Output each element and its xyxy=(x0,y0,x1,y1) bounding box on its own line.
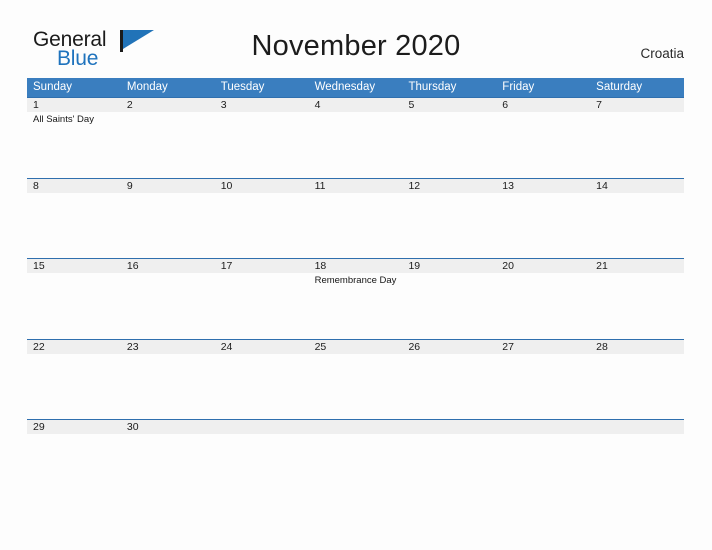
day-number[interactable]: 21 xyxy=(590,259,684,273)
day-number[interactable]: 2 xyxy=(121,98,215,112)
day-event xyxy=(402,112,496,176)
day-event xyxy=(27,354,121,418)
day-event xyxy=(121,193,215,257)
day-number[interactable]: 22 xyxy=(27,340,121,354)
day-event xyxy=(402,354,496,418)
day-number[interactable]: 12 xyxy=(402,179,496,193)
event-band xyxy=(27,354,684,418)
day-event xyxy=(496,434,590,498)
day-event xyxy=(121,434,215,498)
date-number-band: 8 9 10 11 12 13 14 xyxy=(27,178,684,193)
event-band xyxy=(27,434,684,498)
date-number-band: 29 30 xyxy=(27,420,684,434)
day-event xyxy=(309,112,403,176)
day-event xyxy=(590,273,684,337)
day-event xyxy=(215,354,309,418)
day-event xyxy=(215,193,309,257)
page-header: General Blue November 2020 Croatia xyxy=(0,0,712,76)
day-number[interactable]: 6 xyxy=(496,98,590,112)
weekday-header-wednesday: Wednesday xyxy=(314,81,376,93)
week-row: 8 9 10 11 12 13 14 xyxy=(27,177,684,259)
page-title: November 2020 xyxy=(251,30,461,62)
day-number[interactable]: 18 xyxy=(309,259,403,273)
day-number-empty xyxy=(215,420,309,434)
day-event xyxy=(590,112,684,176)
weekday-header-row: Sunday Monday Tuesday Wednesday Thursday… xyxy=(27,78,684,97)
day-number[interactable]: 20 xyxy=(496,259,590,273)
day-event xyxy=(121,273,215,337)
day-event xyxy=(402,273,496,337)
event-band xyxy=(27,193,684,257)
day-number-empty xyxy=(309,420,403,434)
day-event xyxy=(590,354,684,418)
day-number[interactable]: 17 xyxy=(215,259,309,273)
event-band: Remembrance Day xyxy=(27,273,684,337)
day-number[interactable]: 28 xyxy=(590,340,684,354)
date-number-band: 1 2 3 4 5 6 7 xyxy=(27,98,684,112)
day-number[interactable]: 16 xyxy=(121,259,215,273)
day-number[interactable]: 5 xyxy=(402,98,496,112)
day-event xyxy=(590,434,684,498)
day-number[interactable]: 25 xyxy=(309,340,403,354)
day-event xyxy=(402,193,496,257)
day-event xyxy=(496,193,590,257)
week-row: 15 16 17 18 19 20 21 Remembrance Day xyxy=(27,258,684,339)
day-event xyxy=(590,193,684,257)
weekday-header-tuesday: Tuesday xyxy=(220,81,265,93)
day-event xyxy=(121,112,215,176)
weekday-header-friday: Friday xyxy=(502,81,535,93)
weekday-header-monday: Monday xyxy=(126,81,168,93)
week-row: 1 2 3 4 5 6 7 All Saints' Day xyxy=(27,97,684,178)
weekday-header-sunday: Sunday xyxy=(33,81,73,93)
weekday-header-thursday: Thursday xyxy=(408,81,457,93)
week-row: 29 30 xyxy=(27,419,684,500)
day-number[interactable]: 19 xyxy=(402,259,496,273)
day-number[interactable]: 3 xyxy=(215,98,309,112)
day-event xyxy=(309,193,403,257)
day-number[interactable]: 9 xyxy=(121,179,215,193)
calendar-page: General Blue November 2020 Croatia Sunda… xyxy=(0,0,712,550)
day-number[interactable]: 4 xyxy=(309,98,403,112)
day-number[interactable]: 1 xyxy=(27,98,121,112)
day-number-empty xyxy=(590,420,684,434)
day-number-empty xyxy=(496,420,590,434)
day-event xyxy=(215,273,309,337)
day-number[interactable]: 30 xyxy=(121,420,215,434)
day-number[interactable]: 10 xyxy=(215,179,309,193)
day-event xyxy=(309,354,403,418)
day-event xyxy=(215,434,309,498)
day-event xyxy=(496,273,590,337)
day-number-empty xyxy=(402,420,496,434)
day-number[interactable]: 15 xyxy=(27,259,121,273)
day-number[interactable]: 29 xyxy=(27,420,121,434)
day-event xyxy=(27,193,121,257)
day-number[interactable]: 11 xyxy=(309,179,403,193)
day-number[interactable]: 13 xyxy=(496,179,590,193)
weekday-header-saturday: Saturday xyxy=(596,81,643,93)
day-event xyxy=(27,273,121,337)
region-label: Croatia xyxy=(640,46,684,61)
day-number[interactable]: 8 xyxy=(27,179,121,193)
day-number[interactable]: 14 xyxy=(590,179,684,193)
week-row: 22 23 24 25 26 27 28 xyxy=(27,338,684,420)
day-number[interactable]: 26 xyxy=(402,340,496,354)
day-event xyxy=(27,434,121,498)
day-event xyxy=(496,112,590,176)
day-number[interactable]: 27 xyxy=(496,340,590,354)
day-event xyxy=(402,434,496,498)
day-event: Remembrance Day xyxy=(314,275,397,286)
calendar-grid: Sunday Monday Tuesday Wednesday Thursday… xyxy=(27,78,684,500)
day-event xyxy=(121,354,215,418)
day-event xyxy=(309,434,403,498)
day-event xyxy=(496,354,590,418)
day-event: All Saints' Day xyxy=(33,114,94,125)
date-number-band: 22 23 24 25 26 27 28 xyxy=(27,339,684,354)
day-number[interactable]: 24 xyxy=(215,340,309,354)
day-event xyxy=(215,112,309,176)
event-band: All Saints' Day xyxy=(27,112,684,176)
date-number-band: 15 16 17 18 19 20 21 xyxy=(27,259,684,273)
day-number[interactable]: 23 xyxy=(121,340,215,354)
day-number[interactable]: 7 xyxy=(590,98,684,112)
